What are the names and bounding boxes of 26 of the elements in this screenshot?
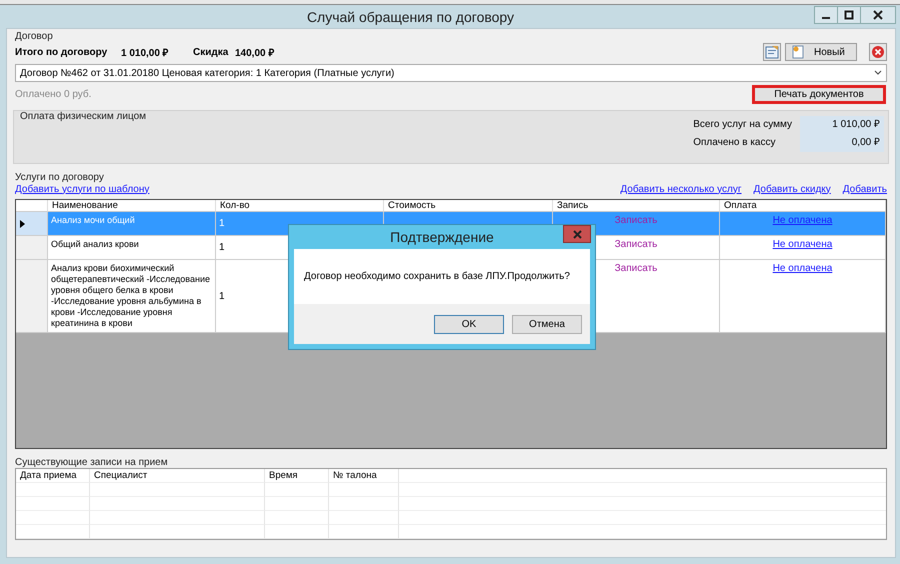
table-cell: Анализ крови биохимический общетерапевтический -Исследование уровня общего белка в крови -Исследование уровня альбумина в крови -Исследование уровня креатинина в крови [51,263,210,328]
table-cell: 1 [219,218,225,229]
column-header: № талона [329,469,399,483]
group-title: Услуги по договору [15,172,105,183]
discount-label: Скидка [193,46,230,58]
dialog-message: Договор необходимо сохранить в базе ЛПУ.Продолжить? [304,271,570,282]
summary-label: Оплачено в кассу [693,136,776,150]
column-header: Время [265,469,329,483]
table-cell: Общий анализ крови [51,239,139,249]
dialog-title: Подтверждение [390,229,494,245]
discount-value: 140,00 ₽ [235,47,274,59]
group-title: Существующие записи на прием [15,457,169,468]
group-title: Договор [15,31,54,42]
table-cell: 1 [219,242,225,253]
window-title: Случай обращения по договору [306,8,516,24]
summary-label: Всего услуг на сумму [693,118,792,132]
column-header: Дата приема [16,469,90,483]
group-title: Оплата физическим лицом [20,111,148,122]
column-header: Специалист [90,469,265,483]
total-value: 1 010,00 ₽ [121,47,170,59]
table-cell: 1 [219,290,225,302]
summary-value: 0,00 ₽ [800,134,884,152]
paid-note: Оплачено 0 руб. [15,88,92,100]
summary-value: 1 010,00 ₽ [800,116,884,134]
total-label: Итого по договору [15,46,108,58]
table-cell: Анализ мочи общий [51,215,135,225]
